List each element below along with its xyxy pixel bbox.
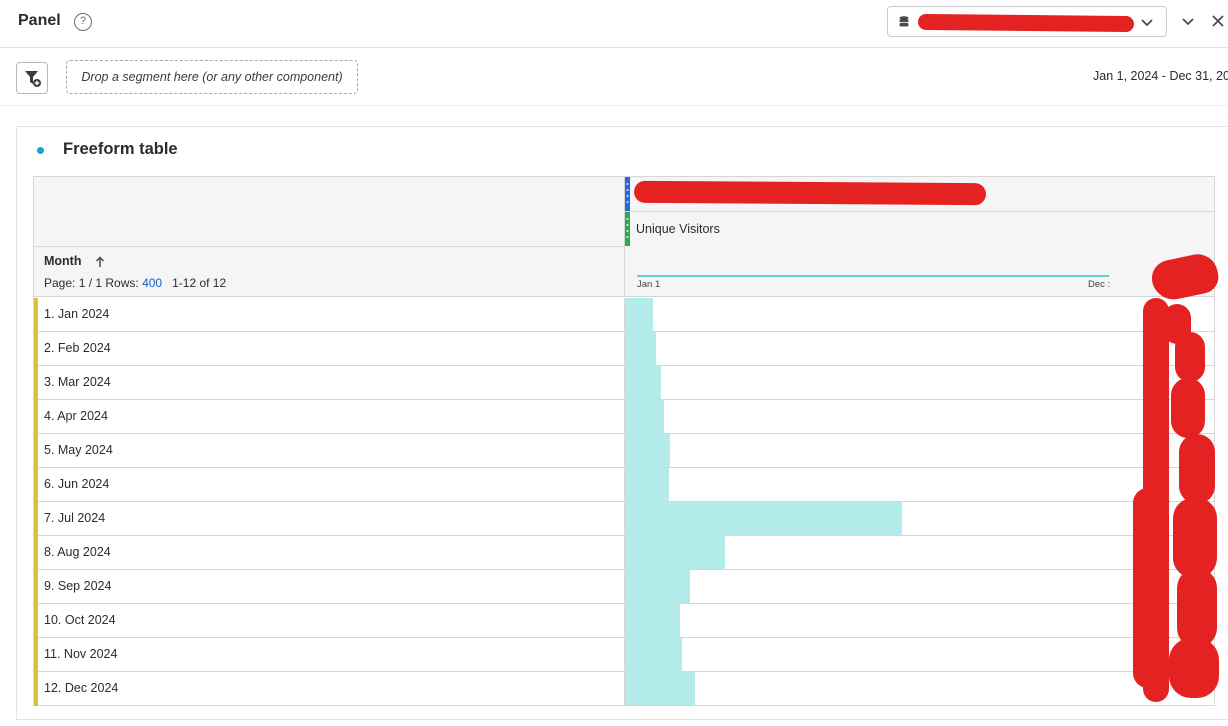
table-row[interactable]: 7. Jul 2024 [34,502,1214,536]
header-empty-cell [34,177,624,247]
table-row[interactable]: 11. Nov 2024 [34,638,1214,672]
row-accent [34,502,38,536]
table-row[interactable]: 8. Aug 2024 [34,536,1214,570]
filter-add-icon [25,71,41,87]
pagination-info: Page: 1 / 1 Rows: 400 1-12 of 12 [44,276,226,290]
redacted-total [1148,250,1222,304]
value-bar [625,502,902,535]
collapse-chevron-icon[interactable] [1181,14,1195,28]
panel-title: Panel [18,12,61,29]
row-label: 6. Jun 2024 [44,477,110,491]
row-label: 10. Oct 2024 [44,613,116,627]
sparkline-end-label: Dec : [1088,279,1111,290]
row-accent [34,434,38,468]
metric-column-header[interactable]: Unique Visitors [636,222,720,236]
row-accent [34,570,38,604]
row-label: 9. Sep 2024 [44,579,112,593]
close-icon[interactable] [1211,14,1225,28]
value-bar [625,434,670,467]
value-bar [625,604,680,637]
value-bar [625,638,682,671]
drag-handle-icon[interactable] [626,181,629,207]
value-bar [625,400,664,433]
visualization-status-dot [37,147,44,154]
chevron-down-icon [1141,19,1153,27]
table-header: Unique Visitors Month Page: 1 / 1 Rows: … [34,177,1222,304]
pager-prefix: Page: 1 / 1 Rows: [44,276,139,290]
table-row[interactable]: 10. Oct 2024 [34,604,1214,638]
value-bar [625,570,690,603]
value-bar [625,536,725,569]
row-label: 11. Nov 2024 [44,647,118,661]
table-row[interactable]: 9. Sep 2024 [34,570,1214,604]
table-row[interactable]: 6. Jun 2024 [34,468,1214,502]
row-accent [34,638,38,672]
table-body: 1. Jan 2024 2. Feb 2024 3. Mar 2024 4. Apr … [34,298,1214,706]
redacted-segment-name [633,180,987,206]
datasource-select[interactable] [887,6,1167,37]
row-label: 5. May 2024 [44,443,113,457]
row-label: 8. Aug 2024 [44,545,111,559]
value-bar [625,672,695,705]
date-range[interactable]: Jan 1, 2024 - Dec 31, 2024 [1093,69,1228,83]
drag-handle-icon[interactable] [626,216,629,242]
help-icon[interactable]: ? [74,13,92,31]
segment-bar: Drop a segment here (or any other compon… [0,48,1228,106]
row-accent [34,332,38,366]
value-bar [625,332,656,365]
row-accent [34,468,38,502]
row-accent [34,536,38,570]
row-accent [34,672,38,706]
freeform-table-card: Freeform table Unique Visitors Month Pag… [16,126,1228,720]
table-row[interactable]: 2. Feb 2024 [34,332,1214,366]
table-row[interactable]: 3. Mar 2024 [34,366,1214,400]
row-label: 2. Feb 2024 [44,341,111,355]
value-bar [625,366,661,399]
table-row[interactable]: 4. Apr 2024 [34,400,1214,434]
rows-per-page-link[interactable]: 400 [142,276,162,290]
dimension-column-header[interactable]: Month [44,254,81,268]
visualization-title[interactable]: Freeform table [63,140,178,159]
row-accent [34,298,38,332]
sparkline-start-label: Jan 1 [637,279,661,290]
redacted-values [1133,298,1219,702]
row-label: 4. Apr 2024 [44,409,108,423]
value-bar [625,298,653,331]
add-segment-button[interactable] [16,62,48,94]
row-accent [34,366,38,400]
row-range: 1-12 of 12 [172,276,227,290]
segment-drop-zone[interactable]: Drop a segment here (or any other compon… [66,60,358,94]
table-row[interactable]: 1. Jan 2024 [34,298,1214,332]
table-row[interactable]: 5. May 2024 [34,434,1214,468]
row-accent [34,604,38,638]
panel-header: Panel ? [0,0,1228,48]
header-separator [625,211,1214,212]
redacted-datasource-name [917,13,1135,33]
row-label: 7. Jul 2024 [44,511,106,525]
value-bar [625,468,669,501]
datasource-icon [899,16,909,27]
sort-ascending-icon[interactable] [95,256,105,268]
row-label: 12. Dec 2024 [44,681,119,695]
sparkline [637,275,1109,277]
row-label: 3. Mar 2024 [44,375,111,389]
row-accent [34,400,38,434]
freeform-table: Unique Visitors Month Page: 1 / 1 Rows: … [33,176,1222,706]
table-row[interactable]: 12. Dec 2024 [34,672,1214,706]
row-label: 1. Jan 2024 [44,307,110,321]
